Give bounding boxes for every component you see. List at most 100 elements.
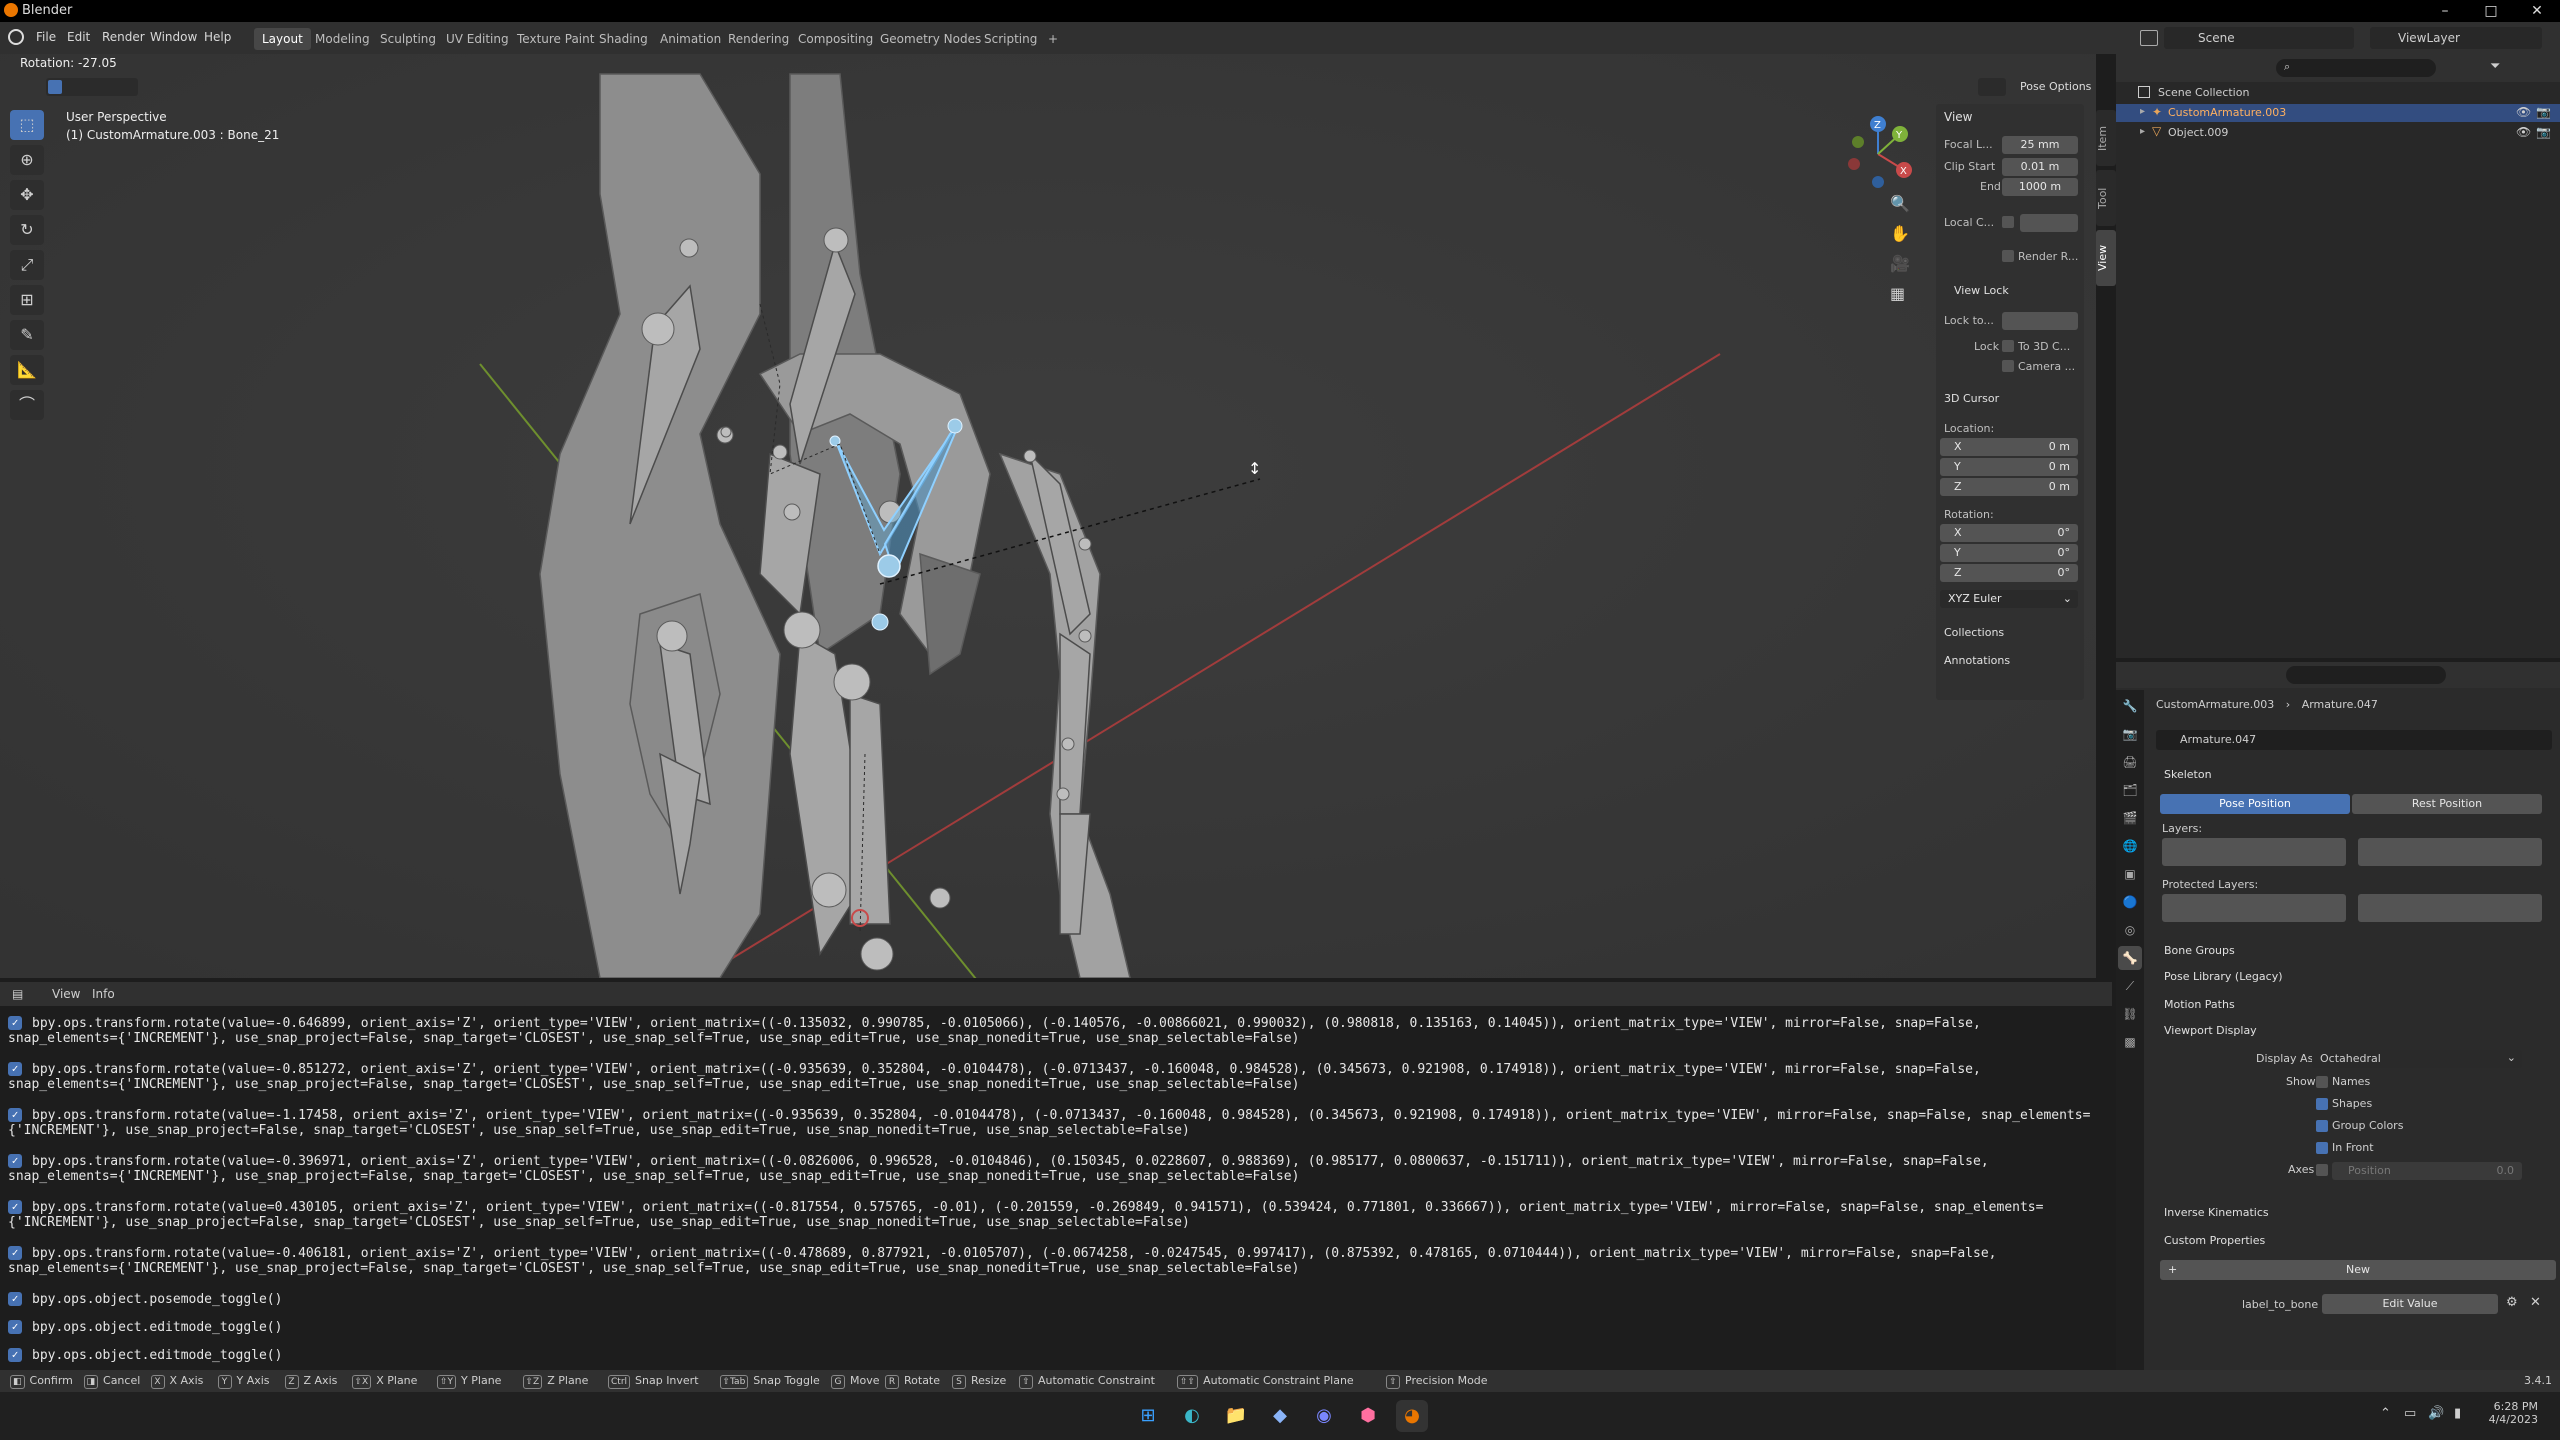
menu-file[interactable]: File	[36, 30, 56, 44]
log-line[interactable]: ✓ bpy.ops.transform.rotate(value=-0.40618…	[8, 1246, 2098, 1276]
names-checkbox[interactable]	[2316, 1076, 2328, 1088]
outliner-search-input[interactable]: ⌕	[2276, 59, 2436, 77]
view-layer-icon[interactable]: 🗂	[2118, 778, 2142, 802]
editor-type-icon[interactable]: ▤	[12, 987, 23, 1001]
rotate-tool-icon[interactable]: ↻	[10, 215, 44, 245]
bone-properties-icon[interactable]: ⟋	[2118, 974, 2142, 998]
breadcrumb-data[interactable]: Armature.047	[2302, 698, 2378, 711]
tab-modeling[interactable]: Modeling	[307, 28, 378, 50]
outliner-row-armature[interactable]: ▸ ✦ CustomArmature.003 👁 📷	[2116, 104, 2560, 122]
log-line[interactable]: ✓ bpy.ops.transform.rotate(value=-0.64689…	[8, 1016, 2098, 1046]
tab-geometry-nodes[interactable]: Geometry Nodes	[872, 28, 989, 50]
armature-data-icon[interactable]: 🦴	[2118, 946, 2142, 970]
tab-uv-editing[interactable]: UV Editing	[438, 28, 517, 50]
select-mode-new-icon[interactable]	[48, 80, 62, 94]
grid-toggle-icon[interactable]: ▦	[1890, 284, 1905, 303]
transform-tool-icon[interactable]: ⊞	[10, 285, 44, 315]
pose-position-button[interactable]: Pose Position	[2160, 794, 2350, 814]
app-icon[interactable]: ◆	[1264, 1400, 1296, 1432]
close-button[interactable]: ✕	[2514, 0, 2560, 22]
armature-data-field[interactable]: Armature.047	[2156, 730, 2552, 750]
menu-window[interactable]: Window	[150, 30, 197, 44]
tab-layout[interactable]: Layout	[254, 28, 311, 50]
battery-icon[interactable]: ▮	[2454, 1406, 2461, 1421]
custom-properties-header[interactable]: Custom Properties	[2164, 1234, 2265, 1247]
view-lock-header[interactable]: View Lock	[1954, 284, 2009, 297]
minimize-button[interactable]: –	[2422, 0, 2468, 22]
render-properties-icon[interactable]: 📷	[2118, 722, 2142, 746]
tab-view[interactable]: View	[2096, 230, 2116, 286]
new-custom-property-button[interactable]: + New	[2160, 1260, 2556, 1280]
in-front-checkbox[interactable]	[2316, 1142, 2328, 1154]
bone-constraint-icon[interactable]: ⛓	[2118, 1002, 2142, 1026]
log-line[interactable]: ✓ bpy.ops.transform.rotate(value=-0.39697…	[8, 1154, 2098, 1184]
physics-properties-icon[interactable]: ◎	[2118, 918, 2142, 942]
object-properties-icon[interactable]: ▣	[2118, 862, 2142, 886]
cursor-rot-x-field[interactable]: X 0°	[1940, 524, 2078, 542]
lock-to-cursor-checkbox[interactable]	[2002, 340, 2014, 352]
pose-library-section[interactable]: Pose Library (Legacy)	[2164, 970, 2283, 983]
tab-tool[interactable]: Tool	[2096, 170, 2116, 226]
3d-viewport[interactable]: ↕ Rotation: -27.05 User Perspective (1) …	[0, 54, 2096, 978]
file-explorer-icon[interactable]: 📁	[1220, 1400, 1252, 1432]
log-line[interactable]: ✓ bpy.ops.transform.rotate(value=0.430105…	[8, 1200, 2098, 1230]
tab-rendering[interactable]: Rendering	[720, 28, 797, 50]
visibility-eye-icon[interactable]: 👁	[2516, 105, 2531, 119]
rotation-mode-dropdown[interactable]: XYZ Euler ⌄	[1940, 590, 2078, 608]
skeleton-header[interactable]: Skeleton	[2164, 768, 2212, 781]
focal-length-field[interactable]: 25 mm	[2002, 136, 2078, 154]
view-layer-selector[interactable]: ViewLayer	[2370, 27, 2542, 49]
outliner-row-object[interactable]: ▸ ▽ Object.009 👁 📷	[2116, 124, 2560, 142]
pose-options-dropdown[interactable]: Pose Options	[2020, 80, 2091, 93]
bone-layers-grid[interactable]	[2162, 838, 2346, 866]
select-mode-buttons[interactable]	[46, 78, 138, 96]
annotate-tool-icon[interactable]: ✎	[10, 320, 44, 350]
tab-scripting[interactable]: Scripting	[976, 28, 1045, 50]
local-camera-checkbox[interactable]	[2002, 216, 2014, 228]
annotations-section[interactable]: Annotations	[1944, 654, 2010, 667]
log-line[interactable]: ✓ bpy.ops.transform.rotate(value=-1.17458…	[8, 1108, 2098, 1138]
collections-section[interactable]: Collections	[1944, 626, 2004, 639]
select-box-tool-icon[interactable]: ⬚	[10, 110, 44, 140]
bone-groups-section[interactable]: Bone Groups	[2164, 944, 2235, 957]
log-line[interactable]: ✓ bpy.ops.object.editmode_toggle()	[8, 1320, 2098, 1335]
menu-render[interactable]: Render	[102, 30, 145, 44]
output-properties-icon[interactable]: 🖨	[2118, 750, 2142, 774]
protected-layers-grid-2[interactable]	[2358, 894, 2542, 922]
breadcrumb-object[interactable]: CustomArmature.003	[2156, 698, 2274, 711]
tab-item[interactable]: Item	[2096, 110, 2116, 166]
local-camera-field[interactable]	[2020, 214, 2078, 232]
expand-arrow-icon[interactable]: ▸	[2140, 106, 2145, 117]
log-line[interactable]: ✓ bpy.ops.object.editmode_toggle()	[8, 1348, 2098, 1363]
tab-shading[interactable]: Shading	[591, 28, 656, 50]
edit-value-button[interactable]: Edit Value	[2322, 1294, 2498, 1314]
relax-tool-icon[interactable]: ⌒	[10, 390, 44, 420]
tray-chevron-icon[interactable]: ⌃	[2380, 1406, 2391, 1421]
camera-view-icon[interactable]: 🎥	[1890, 254, 1910, 273]
expand-arrow-icon[interactable]: ▸	[2140, 126, 2145, 137]
cursor-rot-z-field[interactable]: Z 0°	[1940, 564, 2078, 582]
3d-cursor-header[interactable]: 3D Cursor	[1944, 392, 1999, 405]
scene-properties-icon[interactable]: 🎬	[2118, 806, 2142, 830]
measure-tool-icon[interactable]: 📐	[10, 355, 44, 385]
close-icon[interactable]: ✕	[2530, 1295, 2541, 1310]
info-menu-view[interactable]: View	[52, 987, 80, 1001]
edge-browser-icon[interactable]: ◐	[1176, 1400, 1208, 1432]
world-properties-icon[interactable]: 🌐	[2118, 834, 2142, 858]
navigation-gizmo[interactable]: Z X Y	[1838, 114, 1918, 194]
group-colors-checkbox[interactable]	[2316, 1120, 2328, 1132]
start-menu-icon[interactable]: ⊞	[1132, 1400, 1164, 1432]
maximize-button[interactable]: □	[2468, 0, 2514, 22]
log-line[interactable]: ✓ bpy.ops.transform.rotate(value=-0.85127…	[8, 1062, 2098, 1092]
modifier-properties-icon[interactable]: 🔵	[2118, 890, 2142, 914]
bone-layers-grid-2[interactable]	[2358, 838, 2542, 866]
move-tool-icon[interactable]: ✥	[10, 180, 44, 210]
lock-camera-checkbox[interactable]	[2002, 360, 2014, 372]
blender-menu-icon[interactable]	[8, 29, 24, 45]
clock[interactable]: 6:28 PM 4/4/2023	[2486, 1400, 2538, 1426]
protected-layers-grid[interactable]	[2162, 894, 2346, 922]
view-section-header[interactable]: View	[1944, 110, 1972, 124]
network-icon[interactable]: ▭	[2404, 1406, 2416, 1421]
zoom-icon[interactable]: 🔍	[1890, 194, 1910, 213]
clip-end-field[interactable]: 1000 m	[2002, 178, 2078, 196]
